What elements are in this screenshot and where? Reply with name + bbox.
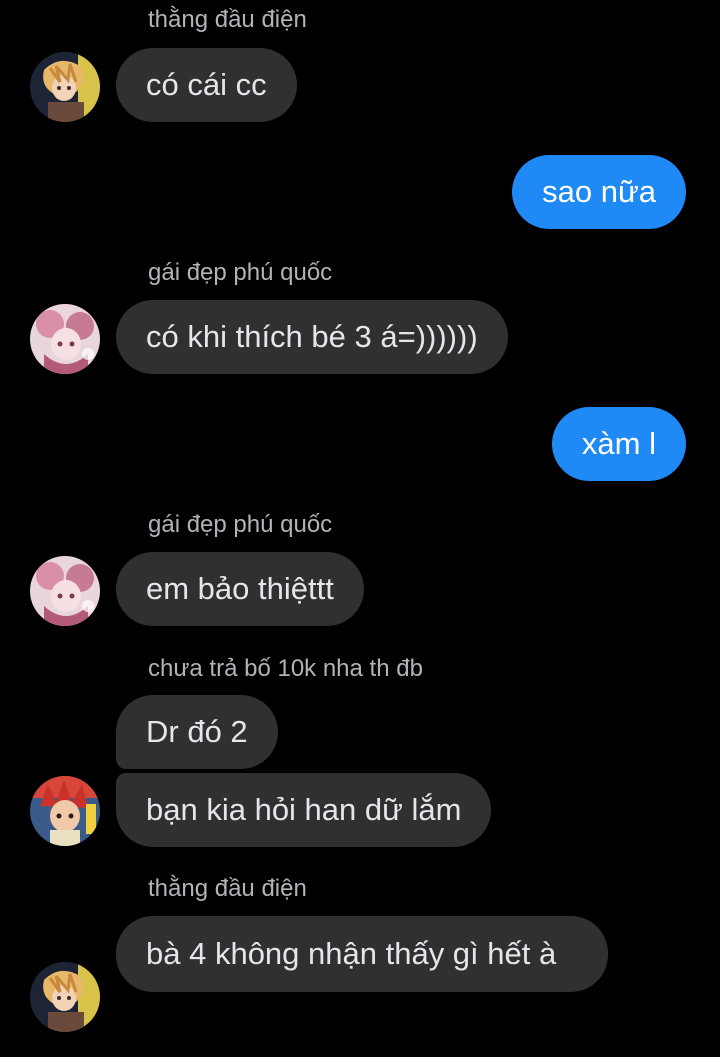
sender-name: chưa trả bố 10k nha th đb <box>148 655 423 682</box>
avatar-thang-dau-dien[interactable] <box>30 52 100 122</box>
avatar-gai-dep-phu-quoc[interactable] <box>30 304 100 374</box>
avatar-chua-tra-bo[interactable] <box>30 776 100 846</box>
messenger-chat-screen: { "messages": [ {"sender": "thằng đầu đi… <box>0 0 720 1057</box>
avatar-pink-anime-icon <box>30 556 100 626</box>
avatar-blonde-anime-icon <box>30 52 100 122</box>
message-bubble-incoming[interactable]: bà 4 không nhận thấy gì hết à <box>116 916 608 992</box>
message-bubble-outgoing[interactable]: xàm l <box>551 407 686 481</box>
sender-name: thằng đầu điện <box>148 6 307 33</box>
sender-name: gái đẹp phú quốc <box>148 511 333 538</box>
avatar-thang-dau-dien[interactable] <box>30 962 100 1032</box>
message-bubble-incoming[interactable]: có cái cc <box>116 48 297 122</box>
sender-name: gái đẹp phú quốc <box>148 259 333 286</box>
message-bubble-incoming[interactable]: em bảo thiệttt <box>116 552 364 626</box>
message-bubble-incoming[interactable]: có khi thích bé 3 á=)))))) <box>116 300 508 374</box>
sender-name: thằng đầu điện <box>148 875 307 902</box>
avatar-red-hair-anime-icon <box>30 776 100 846</box>
avatar-gai-dep-phu-quoc[interactable] <box>30 556 100 626</box>
message-bubble-outgoing[interactable]: sao nữa <box>512 155 686 229</box>
message-bubble-incoming[interactable]: Dr đó 2 <box>116 695 278 769</box>
message-bubble-incoming[interactable]: bạn kia hỏi han dữ lắm <box>116 773 492 847</box>
avatar-blonde-anime-icon <box>30 962 100 1032</box>
avatar-pink-anime-icon <box>30 304 100 374</box>
